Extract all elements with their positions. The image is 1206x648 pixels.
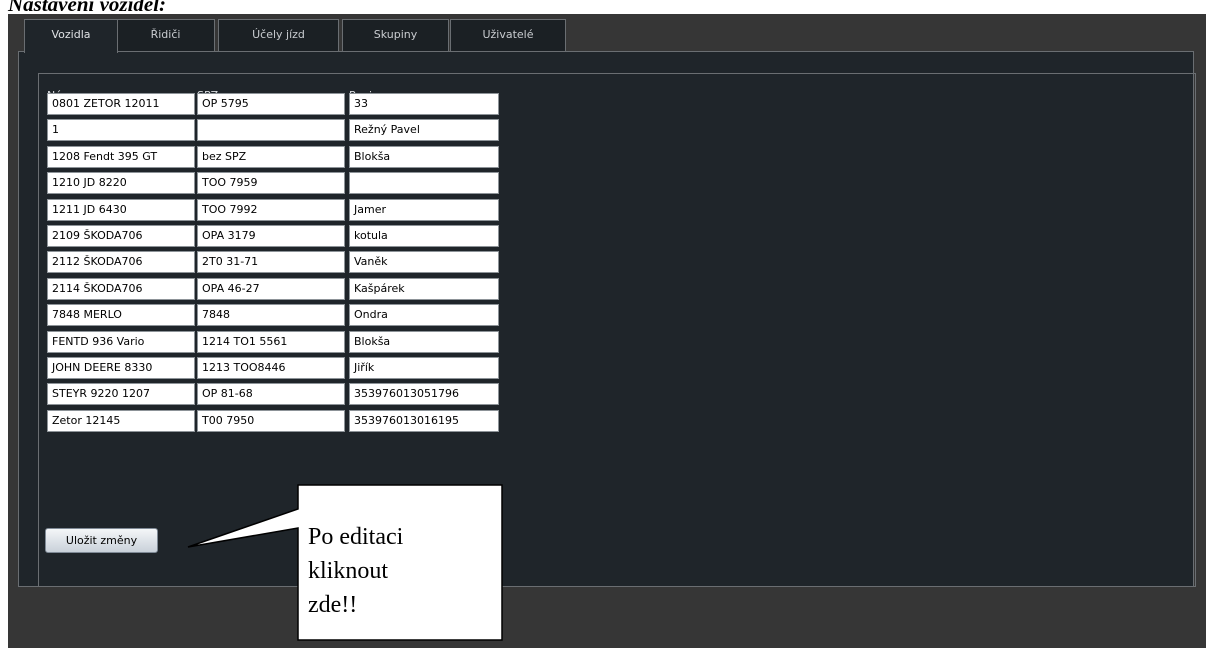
callout-line-3: zde!! [308, 592, 358, 618]
cell-nazev[interactable]: Zetor 12145 [47, 410, 195, 432]
cell-nazev[interactable]: 1 [47, 119, 195, 141]
cell-spz[interactable]: OP 81-68 [197, 383, 345, 405]
cell-nazev[interactable]: 7848 MERLO [47, 304, 195, 326]
tab-ridici[interactable]: Řidiči [116, 19, 215, 51]
tab-uzivatele[interactable]: Uživatelé [450, 19, 566, 51]
cell-spz[interactable]: OPA 3179 [197, 225, 345, 247]
cell-popis[interactable]: kotula [349, 225, 499, 247]
cell-nazev[interactable]: 2112 ŠKODA706 [47, 251, 195, 273]
cell-popis[interactable]: Kašpárek [349, 278, 499, 300]
cell-spz[interactable]: 7848 [197, 304, 345, 326]
cell-spz[interactable]: TOO 7992 [197, 199, 345, 221]
cell-spz[interactable]: TOO 7959 [197, 172, 345, 194]
cell-spz[interactable]: 2T0 31-71 [197, 251, 345, 273]
cell-popis[interactable]: Blokša [349, 146, 499, 168]
cell-popis[interactable]: Blokša [349, 331, 499, 353]
cell-nazev[interactable]: 1210 JD 8220 [47, 172, 195, 194]
callout-line-2: kliknout [308, 558, 389, 584]
cell-nazev[interactable]: 1208 Fendt 395 GT [47, 146, 195, 168]
cell-nazev[interactable]: 1211 JD 6430 [47, 199, 195, 221]
cell-popis[interactable]: Jamer [349, 199, 499, 221]
cell-spz[interactable]: 1213 TOO8446 [197, 357, 345, 379]
cell-nazev[interactable]: 0801 ZETOR 12011 [47, 93, 195, 115]
callout-text: Po editaci kliknout zde!! [308, 520, 494, 622]
cell-nazev[interactable]: 2114 ŠKODA706 [47, 278, 195, 300]
cell-popis[interactable]: Vaněk [349, 251, 499, 273]
cell-spz[interactable]: OPA 46-27 [197, 278, 345, 300]
cell-spz[interactable]: bez SPZ [197, 146, 345, 168]
tab-vozidla[interactable]: Vozidla [24, 19, 118, 53]
cell-spz[interactable]: 1214 TO1 5561 [197, 331, 345, 353]
cell-nazev[interactable]: JOHN DEERE 8330 [47, 357, 195, 379]
tab-skupiny[interactable]: Skupiny [342, 19, 449, 51]
cell-nazev[interactable]: 2109 ŠKODA706 [47, 225, 195, 247]
cell-spz[interactable] [197, 119, 345, 141]
cell-popis[interactable]: 353976013016195 [349, 410, 499, 432]
cell-popis[interactable]: Režný Pavel [349, 119, 499, 141]
cell-popis[interactable]: 353976013051796 [349, 383, 499, 405]
cell-nazev[interactable]: STEYR 9220 1207 [47, 383, 195, 405]
cell-popis[interactable]: Jiřík [349, 357, 499, 379]
save-changes-button[interactable]: Uložit změny [45, 528, 158, 553]
cell-popis[interactable]: 33 [349, 93, 499, 115]
cell-popis[interactable]: Ondra [349, 304, 499, 326]
app-window: Vozidla Řidiči Účely jízd Skupiny Uživat… [8, 14, 1206, 648]
cell-spz[interactable]: OP 5795 [197, 93, 345, 115]
cell-spz[interactable]: T00 7950 [197, 410, 345, 432]
cell-popis[interactable] [349, 172, 499, 194]
callout-line-1: Po editaci [308, 524, 404, 550]
cell-nazev[interactable]: FENTD 936 Vario [47, 331, 195, 353]
tab-ucely-jizd[interactable]: Účely jízd [218, 19, 339, 51]
